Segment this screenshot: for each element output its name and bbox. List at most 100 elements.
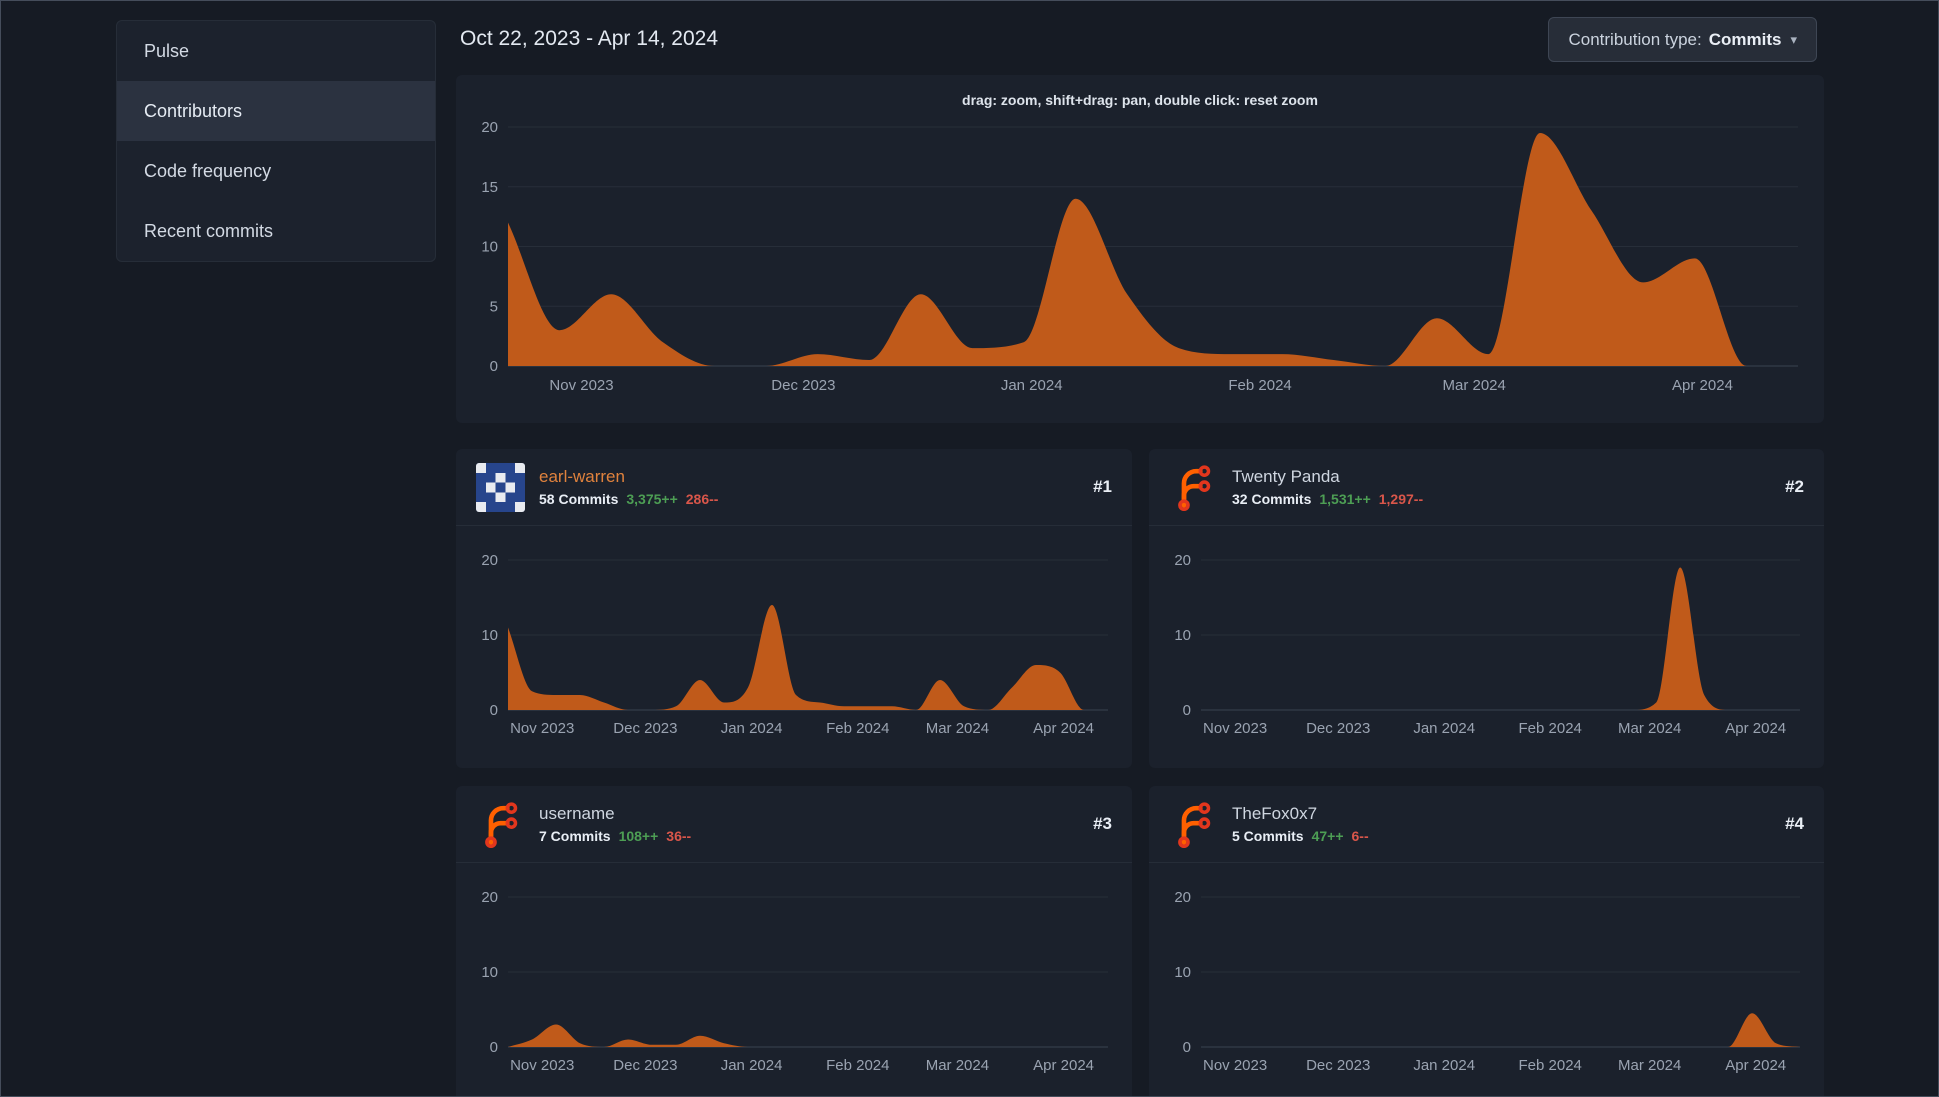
y-tick-label: 20 [1174, 552, 1191, 569]
commit-count: 7 Commits [539, 828, 611, 844]
y-tick-label: 20 [481, 119, 498, 136]
y-tick-label: 15 [481, 179, 498, 196]
commit-count: 32 Commits [1232, 491, 1312, 507]
x-tick-label: Apr 2024 [1672, 377, 1733, 394]
commit-count: 5 Commits [1232, 828, 1304, 844]
x-tick-label: Jan 2024 [1413, 720, 1475, 737]
area-series [508, 605, 1108, 710]
x-tick-label: Jan 2024 [721, 720, 783, 737]
date-range-title: Oct 22, 2023 - Apr 14, 2024 [460, 27, 719, 50]
contributor-card: Twenty Panda 32 Commits 1,531++ 1,297-- … [1149, 449, 1824, 768]
deletions-count: 1,297-- [1378, 491, 1424, 507]
contributor-chart[interactable]: 0 10 20 Nov 2023 Dec 2023 Jan 2024 Feb 2024 Mar… [456, 526, 1132, 768]
x-tick-label: Jan 2024 [1413, 1057, 1475, 1074]
x-tick-label: Dec 2023 [613, 1057, 677, 1074]
commit-count: 58 Commits [539, 491, 619, 507]
area-series [508, 133, 1798, 366]
sidebar-item-pulse[interactable]: Pulse [117, 21, 435, 81]
contributor-chart[interactable]: 0 10 20 Nov 2023 Dec 2023 Jan 2024 Feb 2024 Mar… [1149, 526, 1824, 768]
deletions-count: 6-- [1351, 828, 1369, 844]
y-tick-label: 10 [1174, 627, 1191, 644]
y-tick-label: 20 [1174, 889, 1191, 906]
x-tick-label: Mar 2024 [1618, 1057, 1681, 1074]
x-tick-label: Nov 2023 [1203, 1057, 1267, 1074]
contributors-page: Pulse Contributors Code frequency Recent… [0, 0, 1939, 1097]
forgejo-logo-avatar [1169, 463, 1218, 512]
additions-count: 47++ [1311, 828, 1344, 844]
contribution-type-label: Contribution type: [1568, 29, 1702, 49]
sidebar-item-recent-commits[interactable]: Recent commits [117, 201, 435, 261]
x-tick-label: Dec 2023 [1306, 1057, 1370, 1074]
sidebar-item-code-frequency[interactable]: Code frequency [117, 141, 435, 201]
activity-sidebar: Pulse Contributors Code frequency Recent… [116, 20, 436, 262]
x-tick-label: Nov 2023 [549, 377, 613, 394]
y-tick-label: 0 [490, 358, 498, 375]
contributor-card-header: earl-warren 58 Commits 3,375++ 286-- #1 [456, 449, 1132, 526]
contributor-name[interactable]: earl-warren [539, 467, 625, 486]
contributor-rank: #2 [1785, 477, 1804, 496]
contributor-stats: 5 Commits 47++ 6-- [1232, 828, 1369, 844]
contributors-grid: earl-warren 58 Commits 3,375++ 286-- #1 … [456, 449, 1824, 1097]
area-series [1201, 567, 1800, 710]
x-tick-label: Nov 2023 [510, 720, 574, 737]
x-tick-label: Nov 2023 [1203, 720, 1267, 737]
y-tick-label: 10 [481, 964, 498, 981]
y-tick-label: 10 [1174, 964, 1191, 981]
contributor-rank: #3 [1093, 814, 1112, 833]
y-tick-label: 0 [490, 1039, 498, 1056]
total-contributions-card: drag: zoom, shift+drag: pan, double clic… [456, 75, 1824, 423]
deletions-count: 286-- [685, 491, 719, 507]
x-tick-label: Apr 2024 [1725, 720, 1786, 737]
x-tick-label: Jan 2024 [721, 1057, 783, 1074]
contributor-card-header: username 7 Commits 108++ 36-- #3 [456, 786, 1132, 863]
contributor-card: earl-warren 58 Commits 3,375++ 286-- #1 … [456, 449, 1132, 768]
contributor-stats: 7 Commits 108++ 36-- [539, 828, 691, 844]
contributor-chart[interactable]: 0 10 20 Nov 2023 Dec 2023 Jan 2024 Feb 2024 Mar… [456, 863, 1132, 1097]
contribution-type-value: Commits [1708, 29, 1782, 49]
x-tick-label: Mar 2024 [1618, 720, 1681, 737]
chevron-down-icon: ▾ [1790, 31, 1797, 47]
contributor-name: Twenty Panda [1232, 467, 1340, 486]
x-tick-label: Dec 2023 [771, 377, 835, 394]
contributor-name: TheFox0x7 [1232, 804, 1318, 823]
area-series [508, 1024, 1108, 1047]
x-tick-label: Apr 2024 [1033, 1057, 1094, 1074]
x-tick-label: Feb 2024 [1519, 720, 1582, 737]
x-tick-label: Nov 2023 [510, 1057, 574, 1074]
x-tick-label: Dec 2023 [613, 720, 677, 737]
contributor-rank: #4 [1785, 814, 1804, 833]
y-tick-label: 0 [1183, 1039, 1191, 1056]
sidebar-item-contributors[interactable]: Contributors [117, 81, 435, 141]
deletions-count: 36-- [666, 828, 692, 844]
contributor-stats: 58 Commits 3,375++ 286-- [539, 491, 718, 507]
contributor-name: username [539, 804, 615, 823]
contribution-type-button[interactable]: Contribution type: Commits ▾ [1548, 17, 1817, 62]
y-tick-label: 5 [490, 298, 498, 315]
contributor-card-header: Twenty Panda 32 Commits 1,531++ 1,297-- … [1149, 449, 1824, 526]
y-tick-label: 10 [481, 239, 498, 256]
additions-count: 1,531++ [1319, 491, 1371, 507]
x-tick-label: Feb 2024 [1519, 1057, 1582, 1074]
contributor-card: TheFox0x7 5 Commits 47++ 6-- #4 0 10 20 Nov… [1149, 786, 1824, 1097]
y-tick-label: 0 [490, 702, 498, 719]
area-series [1201, 1013, 1800, 1047]
forgejo-logo-avatar [476, 800, 525, 849]
x-tick-label: Apr 2024 [1033, 720, 1094, 737]
additions-count: 108++ [618, 828, 659, 844]
x-tick-label: Feb 2024 [826, 1057, 889, 1074]
y-tick-label: 20 [481, 552, 498, 569]
x-tick-label: Mar 2024 [926, 720, 989, 737]
contributor-chart[interactable]: 0 10 20 Nov 2023 Dec 2023 Jan 2024 Feb 2024 Mar… [1149, 863, 1824, 1097]
contributor-info: username 7 Commits 108++ 36-- [539, 804, 691, 844]
identicon-avatar [476, 462, 525, 512]
x-tick-label: Feb 2024 [1228, 377, 1291, 394]
y-tick-label: 0 [1183, 702, 1191, 719]
contributor-rank: #1 [1093, 477, 1112, 496]
chart-zoom-hint: drag: zoom, shift+drag: pan, double clic… [962, 92, 1318, 108]
x-tick-label: Mar 2024 [1443, 377, 1506, 394]
contributor-info: Twenty Panda 32 Commits 1,531++ 1,297-- [1232, 467, 1423, 507]
x-tick-label: Apr 2024 [1725, 1057, 1786, 1074]
forgejo-logo-avatar [1169, 800, 1218, 849]
contributor-card-header: TheFox0x7 5 Commits 47++ 6-- #4 [1149, 786, 1824, 863]
total-contributions-chart[interactable]: 0 5 10 15 20 Nov 2023 Dec 2023 Jan 2024 Feb 2024… [456, 75, 1824, 423]
